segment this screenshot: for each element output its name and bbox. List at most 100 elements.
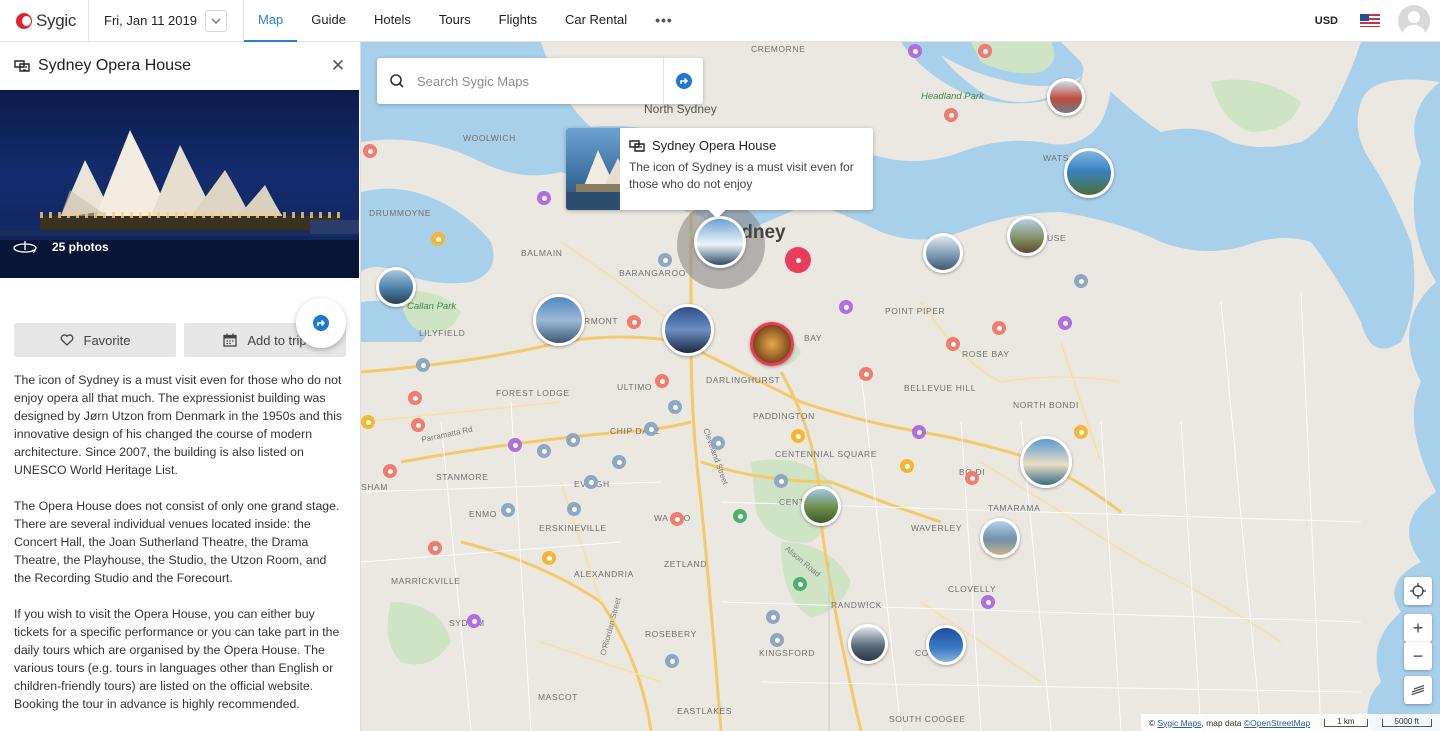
poi-marker[interactable] <box>542 551 556 565</box>
openstreetmap-link[interactable]: ©OpenStreetMap <box>1244 718 1310 728</box>
poi-marker[interactable] <box>408 391 422 405</box>
map-view[interactable]: CREMORNE North Sydney Headland Park WOOL… <box>361 42 1440 731</box>
place-popup[interactable]: Sydney Opera House The icon of Sydney is… <box>566 128 873 210</box>
attraction-photo-pin[interactable] <box>848 624 888 664</box>
poi-marker[interactable] <box>946 337 960 351</box>
user-avatar[interactable] <box>1398 4 1430 37</box>
attraction-photo-pin[interactable] <box>926 625 966 665</box>
label-stanmore: STANMORE <box>436 472 489 482</box>
poi-marker[interactable] <box>1074 274 1088 288</box>
nav-flights[interactable]: Flights <box>485 0 551 42</box>
map-search-input[interactable] <box>417 73 663 89</box>
nav-guide[interactable]: Guide <box>297 0 360 42</box>
photo-gallery-button[interactable]: 25 photos <box>12 240 109 254</box>
poi-marker[interactable] <box>383 464 397 478</box>
poi-marker[interactable] <box>859 367 873 381</box>
attraction-photo-pin[interactable] <box>1007 216 1047 256</box>
poi-marker[interactable] <box>411 418 425 432</box>
favorite-button[interactable]: Favorite <box>14 323 176 357</box>
attraction-photo-pin[interactable] <box>801 486 841 526</box>
attraction-photo-pin[interactable] <box>923 233 963 273</box>
poi-marker[interactable] <box>658 253 672 267</box>
poi-marker[interactable] <box>900 459 914 473</box>
poi-marker[interactable] <box>537 191 551 205</box>
place-detail-panel: Sydney Opera House ✕ 25 photos Favorite <box>0 42 361 731</box>
poi-marker[interactable] <box>566 433 580 447</box>
poi-marker[interactable] <box>668 400 682 414</box>
poi-marker[interactable] <box>770 633 784 647</box>
nav-hotels[interactable]: Hotels <box>360 0 425 42</box>
attraction-photo-pin[interactable] <box>1047 78 1085 116</box>
zoom-in-button[interactable]: + <box>1404 614 1432 642</box>
poi-marker[interactable] <box>965 471 979 485</box>
poi-marker[interactable] <box>1058 316 1072 330</box>
poi-marker[interactable] <box>416 358 430 372</box>
attraction-photo-pin[interactable] <box>750 322 794 366</box>
attraction-photo-pin[interactable] <box>533 294 585 346</box>
attraction-photo-pin[interactable] <box>980 518 1020 558</box>
poi-marker[interactable] <box>361 415 375 429</box>
label-woolwich: WOOLWICH <box>463 133 516 143</box>
nav-map[interactable]: Map <box>244 0 298 42</box>
navigate-button[interactable] <box>296 298 346 348</box>
label-drummoyne: DRUMMOYNE <box>369 208 432 218</box>
poi-marker[interactable] <box>467 614 481 628</box>
sygic-maps-link[interactable]: Sygic Maps <box>1157 718 1201 728</box>
poi-marker[interactable] <box>655 374 669 388</box>
poi-marker[interactable] <box>791 429 805 443</box>
poi-marker[interactable] <box>363 144 377 158</box>
label-north-sydney: North Sydney <box>644 102 717 116</box>
photo-count: 25 photos <box>52 240 109 254</box>
directions-button[interactable] <box>663 58 703 104</box>
poi-marker[interactable] <box>839 300 853 314</box>
poi-marker[interactable] <box>766 610 780 624</box>
poi-marker[interactable] <box>627 315 641 329</box>
poi-marker[interactable] <box>733 509 747 523</box>
attraction-photo-pin[interactable] <box>694 216 746 268</box>
museum-poi[interactable] <box>785 247 811 273</box>
attraction-photo-pin[interactable] <box>662 304 714 356</box>
nav-car-rental[interactable]: Car Rental <box>551 0 641 42</box>
place-photo[interactable]: 25 photos <box>0 90 359 278</box>
search-icon[interactable] <box>377 73 417 89</box>
date-picker-button[interactable] <box>205 9 227 32</box>
poi-marker[interactable] <box>793 577 807 591</box>
trip-date[interactable]: Fri, Jan 11 2019 <box>89 13 205 28</box>
poi-marker[interactable] <box>908 44 922 58</box>
poi-marker[interactable] <box>508 438 522 452</box>
poi-marker[interactable] <box>978 44 992 58</box>
poi-marker[interactable] <box>428 541 442 555</box>
poi-marker[interactable] <box>711 436 725 450</box>
poi-marker[interactable] <box>431 232 445 246</box>
poi-marker[interactable] <box>612 455 626 469</box>
poi-marker[interactable] <box>501 503 515 517</box>
sygic-logo[interactable]: Sygic <box>0 11 88 31</box>
locate-me-button[interactable] <box>1404 577 1432 605</box>
attraction-photo-pin[interactable] <box>1064 148 1114 198</box>
poi-marker[interactable] <box>774 474 788 488</box>
poi-marker[interactable] <box>665 654 679 668</box>
poi-marker[interactable] <box>537 444 551 458</box>
map-layers-button[interactable] <box>1404 676 1432 704</box>
place-title: Sydney Opera House <box>38 57 191 74</box>
nav-tours[interactable]: Tours <box>425 0 485 42</box>
place-description: The icon of Sydney is a must visit even … <box>0 357 360 713</box>
poi-marker[interactable] <box>584 475 598 489</box>
close-panel-button[interactable]: ✕ <box>330 56 346 76</box>
poi-marker[interactable] <box>1074 425 1088 439</box>
poi-marker[interactable] <box>992 321 1006 335</box>
poi-marker[interactable] <box>981 595 995 609</box>
poi-marker[interactable] <box>944 108 958 122</box>
poi-marker[interactable] <box>567 502 581 516</box>
attraction-photo-pin[interactable] <box>1020 436 1072 488</box>
poi-marker[interactable] <box>912 425 926 439</box>
zoom-out-button[interactable]: − <box>1404 642 1432 670</box>
label-cremorne: CREMORNE <box>751 44 806 54</box>
poi-marker[interactable] <box>644 422 658 436</box>
label-headland-park: Headland Park <box>921 91 984 102</box>
nav-more-button[interactable]: ••• <box>641 0 687 42</box>
us-flag-icon[interactable] <box>1360 14 1380 27</box>
currency-selector[interactable]: USD <box>1315 15 1338 27</box>
attraction-photo-pin[interactable] <box>376 267 416 307</box>
poi-marker[interactable] <box>670 512 684 526</box>
